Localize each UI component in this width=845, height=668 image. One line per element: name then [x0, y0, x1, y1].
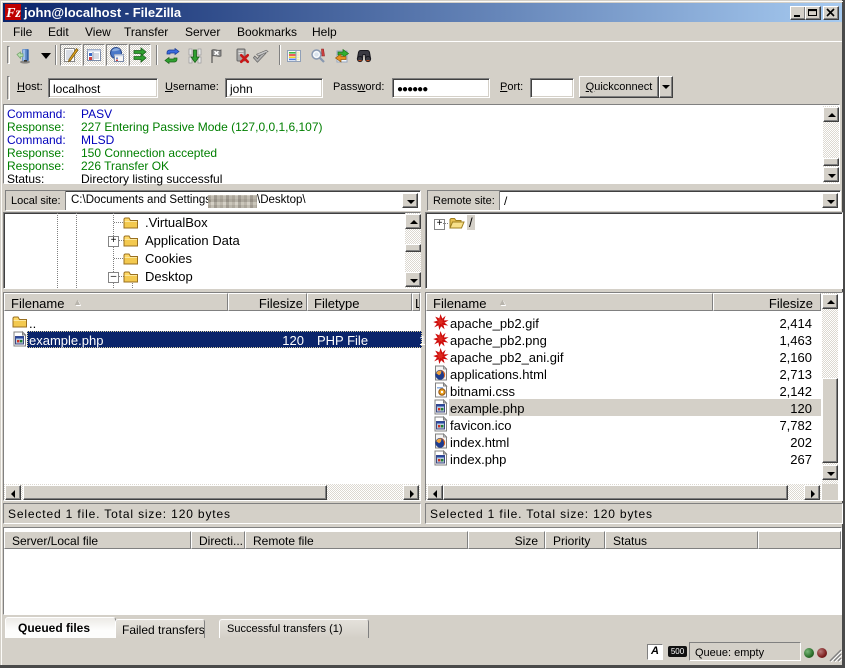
svg-text:Fz: Fz	[5, 6, 21, 20]
